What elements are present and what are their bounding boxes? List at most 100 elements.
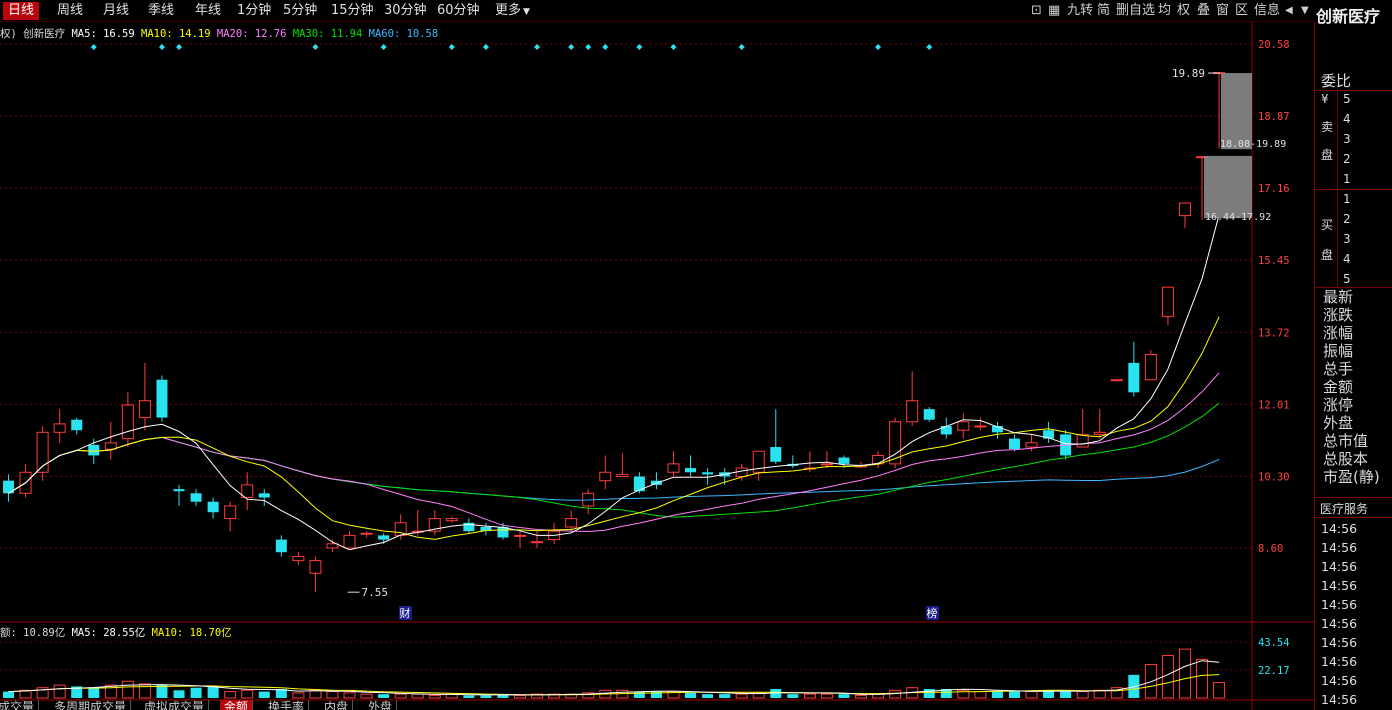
period-tab-2[interactable]: 月线 [98, 2, 134, 20]
period-tab-3[interactable]: 季线 [143, 2, 179, 20]
toolbar-item-3[interactable]: 均 [1158, 3, 1171, 19]
ma5-line [8, 214, 1220, 551]
candle-body [53, 423, 66, 433]
vol-ma10: MA10: 18.70亿 [151, 627, 232, 639]
signal-marker-icon [448, 44, 455, 50]
volume-bar [190, 687, 202, 698]
candle-body [104, 442, 117, 450]
sell-label: 盘 [1321, 148, 1334, 162]
toolbar-item-2[interactable]: 删自选 [1116, 3, 1155, 19]
period-tab-1[interactable]: 周线 [52, 2, 88, 20]
candle-body [1110, 379, 1123, 382]
period-tab-9[interactable]: 60分钟 [432, 2, 485, 20]
volume-bar [702, 694, 714, 698]
candle-body [138, 400, 151, 419]
candle-body [685, 468, 697, 473]
period-tab-8[interactable]: 30分钟 [379, 2, 432, 20]
period-tab-5[interactable]: 1分钟 [232, 2, 276, 20]
indicator-tab-0[interactable]: 成交量 [0, 700, 40, 710]
toolbar-item-1[interactable]: 简 [1097, 3, 1110, 19]
quote-row: 涨幅 [1323, 324, 1354, 342]
candle-body [923, 409, 935, 420]
toolbar-item-8[interactable]: 信息 [1254, 3, 1280, 19]
toolbar-item-7[interactable]: 区 [1235, 3, 1248, 19]
signal-marker-icon [738, 44, 745, 50]
period-tab-7[interactable]: 15分钟 [326, 2, 379, 20]
volume-bar [343, 692, 356, 699]
period-tab-6[interactable]: 5分钟 [278, 2, 322, 20]
signal-marker-icon [176, 44, 183, 50]
period-tab-10[interactable]: 更多 ▼ [490, 2, 535, 20]
chevron-down-icon[interactable]: ▼ [1301, 3, 1309, 19]
kline-chart[interactable]: 20.58 18.87 17.16 15.45 13.72 12.01 10.30 8.60 4… [0, 22, 1314, 710]
ticks-header: 医疗服务 [1320, 502, 1369, 516]
layout-icon[interactable]: ▦ [1048, 3, 1060, 19]
volume-bar [1008, 691, 1020, 698]
tick-time: 14:56 [1321, 654, 1358, 669]
toolbar-item-4[interactable]: 权 [1177, 3, 1190, 19]
arrow-left-icon[interactable]: ◀ [1285, 3, 1293, 19]
price-axis-label: 15.45 [1258, 255, 1290, 267]
signal-marker-icon [534, 44, 541, 50]
volume-bar [224, 691, 237, 699]
volume-bar [292, 692, 305, 699]
quote-row: 总股本 [1323, 450, 1369, 468]
tick-time: 14:56 [1321, 559, 1358, 574]
volume-bar [173, 690, 185, 698]
volume-bar [121, 680, 134, 699]
chevron-down-icon: ▼ [523, 7, 530, 17]
candle-body [599, 471, 612, 482]
low-price-label: 7.55 [362, 586, 389, 599]
toolbar-item-5[interactable]: 叠 [1197, 3, 1210, 19]
quote-row: 总市值 [1323, 432, 1369, 450]
ma20-line [8, 372, 1220, 533]
sell-level-1: 1 [1343, 172, 1351, 186]
candle-body [565, 518, 578, 528]
candle-body [156, 379, 168, 418]
indicator-tab-1[interactable]: 多周期成交量 [50, 700, 132, 710]
indicator-tab-2[interactable]: 虚拟成交量 [140, 700, 210, 710]
volume-bar [803, 693, 816, 699]
toolbar-item-0[interactable]: 九转 [1067, 3, 1093, 19]
vol-ma5-line [8, 660, 1220, 696]
period-tab-0[interactable]: 日线 [3, 2, 40, 20]
toolbar-item-6[interactable]: 窗 [1216, 3, 1229, 19]
candle-body [667, 463, 680, 473]
candle-body [1161, 286, 1174, 318]
tick-time: 14:56 [1321, 692, 1358, 707]
sell-level-4: 4 [1343, 112, 1351, 126]
buy-level-4: 4 [1343, 252, 1351, 266]
candle-body [1178, 202, 1191, 217]
volume-bar [719, 694, 731, 698]
buy-level-1: 1 [1343, 192, 1351, 206]
indicator-tab-4[interactable]: 换手率 [264, 700, 310, 710]
yen-icon: ¥ [1321, 92, 1329, 106]
candle-body [1093, 431, 1106, 435]
volume-bar [820, 693, 833, 699]
tick-time: 14:56 [1321, 616, 1358, 631]
indicator-tab-6[interactable]: 外盘 [364, 700, 398, 710]
price-axis-label: 20.58 [1258, 39, 1290, 51]
indicator-tab-5[interactable]: 内盘 [320, 700, 354, 710]
candle-body [514, 534, 527, 537]
quote-row: 总手 [1323, 360, 1354, 378]
volume-bar [1076, 691, 1089, 699]
tick-time: 14:56 [1321, 673, 1358, 688]
volume-bar [514, 694, 527, 699]
volume-bar [258, 691, 270, 698]
tick-time: 14:56 [1321, 578, 1358, 593]
candle-body [906, 400, 919, 423]
candle-body [974, 425, 987, 428]
event-marker-bang: 榜 [927, 606, 938, 620]
range-box [1221, 73, 1252, 150]
candle-body [633, 476, 645, 492]
period-tab-4[interactable]: 年线 [190, 2, 226, 20]
candle-body [820, 463, 833, 466]
sell-label: 卖 [1321, 120, 1334, 134]
volume-bar [394, 693, 407, 699]
crosshair-icon[interactable]: ⊡ [1031, 3, 1042, 19]
range-box [1204, 155, 1252, 219]
indicator-tab-3[interactable]: 金额 [220, 700, 254, 710]
tick-time: 14:56 [1321, 521, 1358, 536]
buy-level-2: 2 [1343, 212, 1351, 226]
